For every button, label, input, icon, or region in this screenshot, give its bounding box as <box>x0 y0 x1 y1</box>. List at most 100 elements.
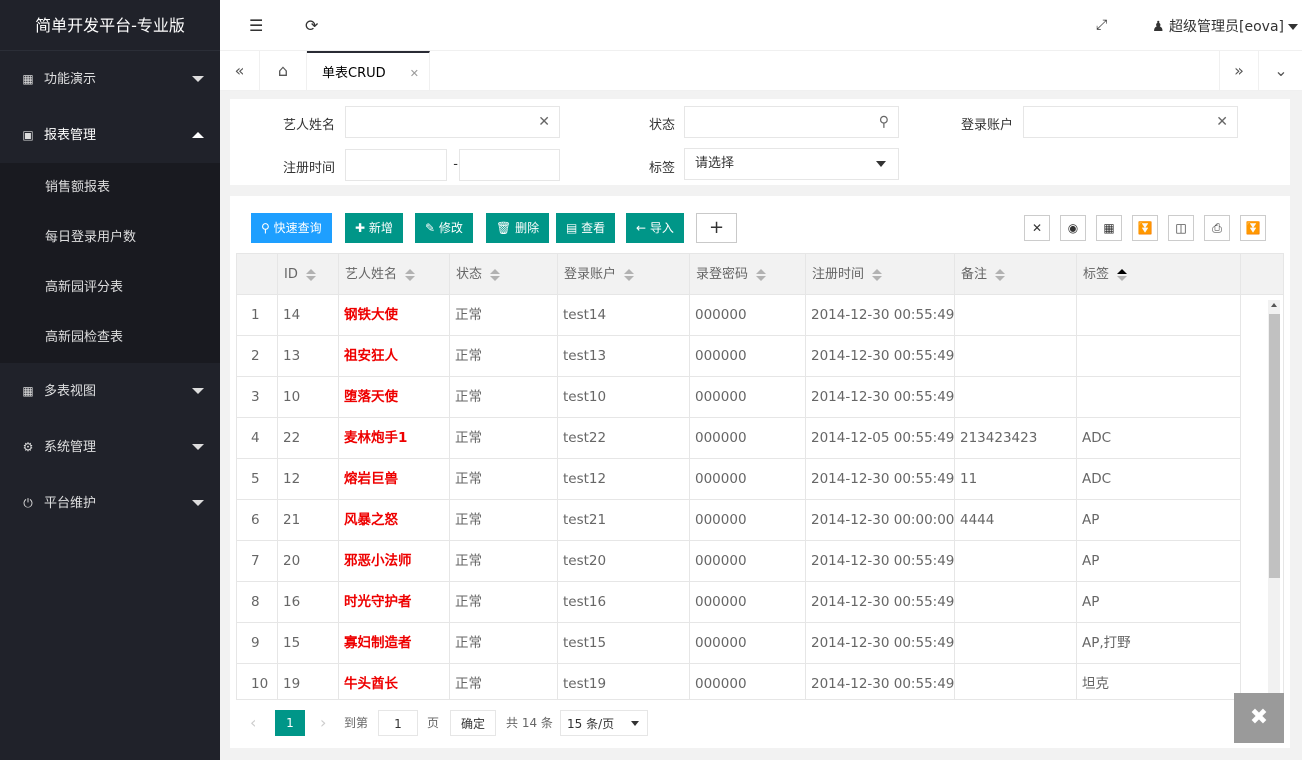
cell-login-account: test16 <box>558 582 690 622</box>
table-row[interactable]: 5 12 熔岩巨兽 正常 test12 000000 2014-12-30 00:55:49… <box>237 459 1241 500</box>
refresh-icon[interactable]: ⟳ <box>305 0 318 51</box>
nav-feature-demo[interactable]: ▦ 功能演示 <box>0 51 220 107</box>
nav-report-management[interactable]: ▣ 报表管理 <box>0 107 220 163</box>
cell-artist-name: 时光守护者 <box>339 582 450 622</box>
nav-system-management[interactable]: ⚙ 系统管理 <box>0 419 220 475</box>
record-icon[interactable]: ◉ <box>1060 215 1086 241</box>
apps-icon: ▦ <box>22 72 34 86</box>
cell-artist-name: 钢铁大使 <box>339 295 450 335</box>
table-row[interactable]: 3 10 堕落天使 正常 test10 000000 2014-12-30 00:55:49 <box>237 377 1241 418</box>
clear-icon[interactable]: ✕ <box>538 107 550 137</box>
print-icon[interactable]: ⎙ <box>1204 215 1230 241</box>
col-login-account[interactable]: 登录账户 <box>558 254 690 295</box>
subnav-sales-report[interactable]: 销售额报表 <box>0 163 220 213</box>
col-id[interactable]: ID <box>278 254 339 295</box>
menu-collapse-icon[interactable]: ☰ <box>249 0 263 51</box>
cell-password: 000000 <box>690 500 806 540</box>
page-current[interactable]: 1 <box>275 710 305 736</box>
sort-icon[interactable] <box>405 268 416 281</box>
sort-icon[interactable] <box>872 268 883 281</box>
col-status[interactable]: 状态 <box>450 254 558 295</box>
view-button[interactable]: ▤ 查看 <box>556 213 616 243</box>
tab-single-crud[interactable]: 单表CRUD ✕ <box>307 51 430 91</box>
columns-icon[interactable]: ◫ <box>1168 215 1194 241</box>
clear-icon[interactable]: ✕ <box>1216 107 1228 137</box>
button-label: 修改 <box>438 221 463 235</box>
cell-password: 000000 <box>690 418 806 458</box>
subnav-score-sheet[interactable]: 高新园评分表 <box>0 263 220 313</box>
tabs-scroll-right-icon[interactable]: » <box>1219 51 1259 91</box>
table-row[interactable]: 1 14 钢铁大使 正常 test14 000000 2014-12-30 00:55:49 <box>237 295 1241 336</box>
download-icon[interactable]: ⏬ <box>1240 215 1266 241</box>
table-grid-icon[interactable]: ▦ <box>1096 215 1122 241</box>
vertical-scrollbar[interactable] <box>1268 300 1280 698</box>
cell-login-account: test14 <box>558 295 690 335</box>
quick-query-button[interactable]: ⚲ 快速查询 <box>251 213 332 243</box>
col-password[interactable]: 录登密码 <box>690 254 806 295</box>
sort-asc-icon[interactable] <box>1117 268 1128 281</box>
tag-select[interactable]: 请选择 <box>684 148 899 180</box>
artist-name-input[interactable]: ✕ <box>345 106 560 138</box>
subnav-daily-login[interactable]: 每日登录用户数 <box>0 213 220 263</box>
col-tag[interactable]: 标签 <box>1077 254 1241 295</box>
col-note[interactable]: 备注 <box>955 254 1077 295</box>
delete-button[interactable]: 🗑 删除 <box>486 213 550 243</box>
user-menu[interactable]: ♟ 超级管理员[eova] <box>1152 0 1298 51</box>
tools-icon[interactable]: ✕ <box>1024 215 1050 241</box>
cell-password: 000000 <box>690 295 806 335</box>
edit-button[interactable]: ✎ 修改 <box>415 213 473 243</box>
sort-icon[interactable] <box>624 268 635 281</box>
goto-confirm-button[interactable]: 确定 <box>450 710 497 736</box>
export-icon[interactable]: ⏬ <box>1132 215 1158 241</box>
scroll-up-icon[interactable] <box>1271 303 1277 307</box>
document-icon: ▤ <box>566 221 578 235</box>
table-row[interactable]: 6 21 风暴之怒 正常 test21 000000 2014-12-30 00:00:00… <box>237 500 1241 541</box>
sort-icon[interactable] <box>995 268 1006 281</box>
cell-password: 000000 <box>690 336 806 376</box>
tabs-scroll-left-icon[interactable]: « <box>220 51 260 91</box>
goto-page-input[interactable]: 1 <box>378 710 418 736</box>
page-size-select[interactable]: 15 条/页 <box>560 710 648 736</box>
floating-tools-button[interactable]: ✖ <box>1234 693 1284 743</box>
status-input[interactable]: ⚲ <box>684 106 899 138</box>
column-label: 状态 <box>456 267 483 282</box>
nav-platform-maintenance[interactable]: ⏻ 平台维护 <box>0 475 220 531</box>
col-register-time[interactable]: 注册时间 <box>806 254 955 295</box>
cell-tag <box>1077 336 1241 376</box>
register-time-start[interactable] <box>345 149 447 181</box>
col-artist-name[interactable]: 艺人姓名 <box>339 254 450 295</box>
more-button[interactable]: + <box>696 213 737 243</box>
register-time-end[interactable] <box>459 149 560 181</box>
cell-id: 13 <box>278 336 339 376</box>
fullscreen-icon[interactable]: ⤢ <box>1096 0 1107 51</box>
nav-multi-table-view[interactable]: ▦ 多表视图 <box>0 363 220 419</box>
next-page-icon[interactable]: › <box>320 710 326 736</box>
table-row[interactable]: 10 19 牛头酋长 正常 test19 000000 2014-12-30 00:55:4… <box>237 664 1241 699</box>
search-panel: 艺人姓名 ✕ 状态 ⚲ 登录账户 ✕ 注册时间 - 标签 请选择 <box>230 99 1290 185</box>
scrollbar-thumb[interactable] <box>1269 314 1280 578</box>
table-row[interactable]: 4 22 麦林炮手1 正常 test22 000000 2014-12-05 00:55:4… <box>237 418 1241 459</box>
sort-icon[interactable] <box>490 268 501 281</box>
table-row[interactable]: 7 20 邪恶小法师 正常 test20 000000 2014-12-30 00:55:4… <box>237 541 1241 582</box>
cell-rownum: 9 <box>237 623 278 663</box>
close-icon[interactable]: ✕ <box>410 53 419 95</box>
sort-icon[interactable] <box>756 268 767 281</box>
subnav-check-sheet[interactable]: 高新园检查表 <box>0 313 220 363</box>
home-icon[interactable]: ⌂ <box>260 51 307 91</box>
tabs-more-icon[interactable]: ⌄ <box>1260 51 1302 91</box>
prev-page-icon[interactable]: ‹ <box>250 710 256 736</box>
sort-icon[interactable] <box>305 268 316 281</box>
cell-id: 12 <box>278 459 339 499</box>
button-label: 新增 <box>368 221 393 235</box>
add-button[interactable]: ✚ 新增 <box>345 213 403 243</box>
cell-note <box>955 582 1077 622</box>
cell-register-time: 2014-12-30 00:55:49 <box>806 623 955 663</box>
page-size-value: 15 条/页 <box>567 717 615 731</box>
table-row[interactable]: 9 15 寡妇制造者 正常 test15 000000 2014-12-30 00:55:4… <box>237 623 1241 664</box>
search-icon[interactable]: ⚲ <box>879 107 889 137</box>
table-row[interactable]: 8 16 时光守护者 正常 test16 000000 2014-12-30 00:55:4… <box>237 582 1241 623</box>
table-row[interactable]: 2 13 祖安狂人 正常 test13 000000 2014-12-30 00:55:49 <box>237 336 1241 377</box>
import-button[interactable]: ← 导入 <box>626 213 684 243</box>
cell-status: 正常 <box>450 295 558 335</box>
login-account-input[interactable]: ✕ <box>1023 106 1238 138</box>
